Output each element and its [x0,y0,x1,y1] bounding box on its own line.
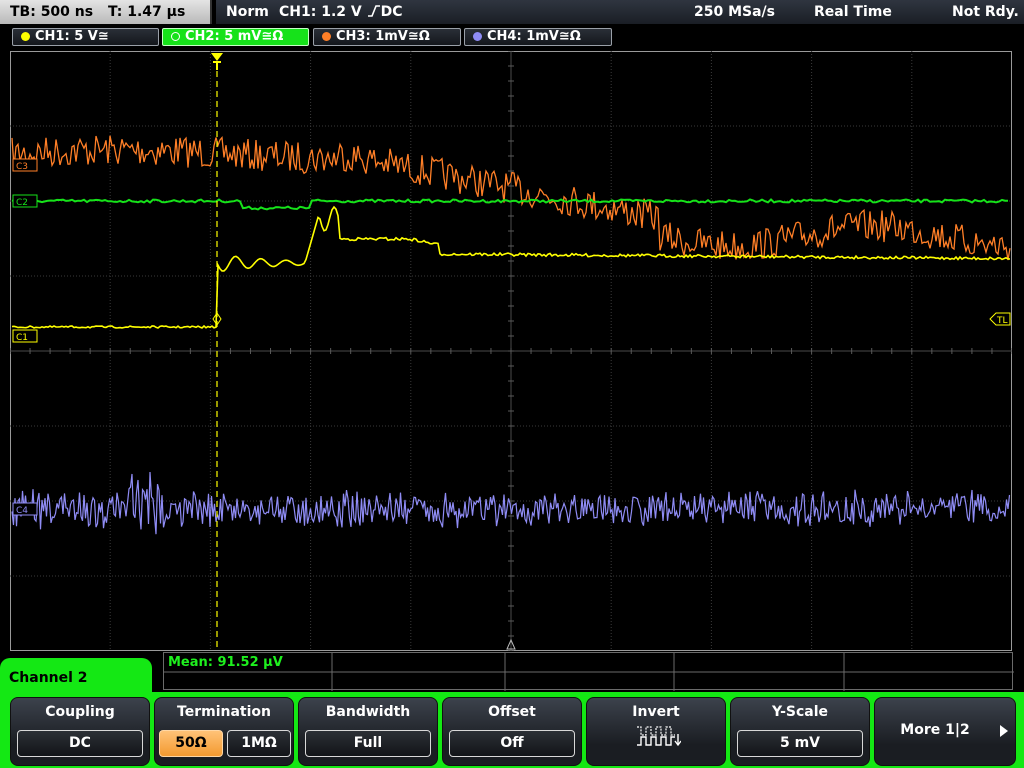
trigger-coupling: DC [380,4,403,20]
bandwidth-title: Bandwidth [325,704,411,720]
svg-text:C3: C3 [16,162,28,172]
ch2-coupling-symbol: ≅Ω [261,29,284,44]
invert-title: Invert [632,704,680,720]
tab-ch3[interactable]: CH3: 1mV≅Ω [313,28,461,46]
ch1-label: CH1: 5 V [35,29,98,44]
measurement-mean: Mean: 91.52 µV [168,655,283,670]
waveform-display[interactable]: C3 C2 C1 C4 TL [10,51,1012,651]
acquisition-mode: Real Time [814,4,892,20]
waveform-canvas[interactable]: C3 C2 C1 C4 TL [10,51,1012,651]
ch4-coupling-symbol: ≅Ω [558,29,581,44]
sample-rate: 250 MSa/s [694,4,776,20]
coupling-value-button[interactable]: DC [17,730,143,757]
coupling-softkey[interactable]: Coupling DC [10,697,150,766]
ch4-color-dot [473,32,482,41]
measurement-panel [163,652,1014,691]
offset-title: Offset [488,704,536,720]
termination-title: Termination [177,704,271,720]
ch2-color-dot [171,32,180,41]
menu-title: Channel 2 [0,658,152,698]
timebase-value: TB: 500 ns [10,4,94,20]
y-scale-title: Y-Scale [771,704,828,720]
svg-text:C2: C2 [16,198,28,208]
more-label: More 1|2 [900,722,970,738]
ch1-color-dot [21,32,30,41]
ch3-label: CH3: 1mV [336,29,408,44]
trigger-source-label: CH1: 1.2 V [279,4,362,20]
ch2-label: CH2: 5 mV [185,29,262,44]
ch3-ground-marker[interactable]: C3 [12,158,38,172]
trigger-mode[interactable]: Norm [226,0,269,24]
invert-pulse-icon [637,726,681,747]
offset-value-button[interactable]: Off [449,730,575,757]
trigger-source[interactable]: CH1: 1.2 V DC [279,0,403,24]
acquisition-status: Norm CH1: 1.2 V DC 250 MSa/s Real Time N… [216,0,1024,24]
y-scale-value-button[interactable]: 5 mV [737,730,863,757]
ch1-coupling-symbol: ≅ [97,29,109,44]
svg-text:C4: C4 [16,506,28,516]
ch4-label: CH4: 1mV [487,29,559,44]
trigger-time-value: T: 1.47 µs [107,4,186,20]
ch3-color-dot [322,32,331,41]
offset-softkey[interactable]: Offset Off [442,697,582,766]
termination-1mohm-option[interactable]: 1MΩ [227,730,291,757]
y-scale-softkey[interactable]: Y-Scale 5 mV [730,697,870,766]
bandwidth-softkey[interactable]: Bandwidth Full [298,697,438,766]
bandwidth-value-button[interactable]: Full [305,730,431,757]
run-state: Not Rdy. [952,4,1019,20]
ch3-coupling-symbol: ≅Ω [407,29,430,44]
tab-ch4[interactable]: CH4: 1mV≅Ω [464,28,612,46]
termination-50ohm-option[interactable]: 50Ω [159,730,223,757]
tab-ch2[interactable]: CH2: 5 mV≅Ω [162,28,309,46]
ch2-ground-marker[interactable]: C2 [12,194,38,208]
measurement-grid [164,653,1014,691]
rising-edge-icon [367,5,380,17]
timebase-box[interactable]: TB: 500 ns T: 1.47 µs [0,0,212,24]
tab-ch1[interactable]: CH1: 5 V≅ [12,28,159,46]
ch1-ground-marker[interactable]: C1 [12,329,38,343]
invert-softkey[interactable]: Invert [586,697,726,766]
ch4-ground-marker[interactable]: C4 [12,502,38,516]
arrow-right-icon [1000,725,1008,737]
svg-text:C1: C1 [16,333,28,343]
svg-text:TL: TL [996,316,1008,326]
coupling-title: Coupling [45,704,115,720]
termination-softkey[interactable]: Termination 50Ω 1MΩ [154,697,294,766]
more-softkey[interactable]: More 1|2 [874,697,1016,766]
